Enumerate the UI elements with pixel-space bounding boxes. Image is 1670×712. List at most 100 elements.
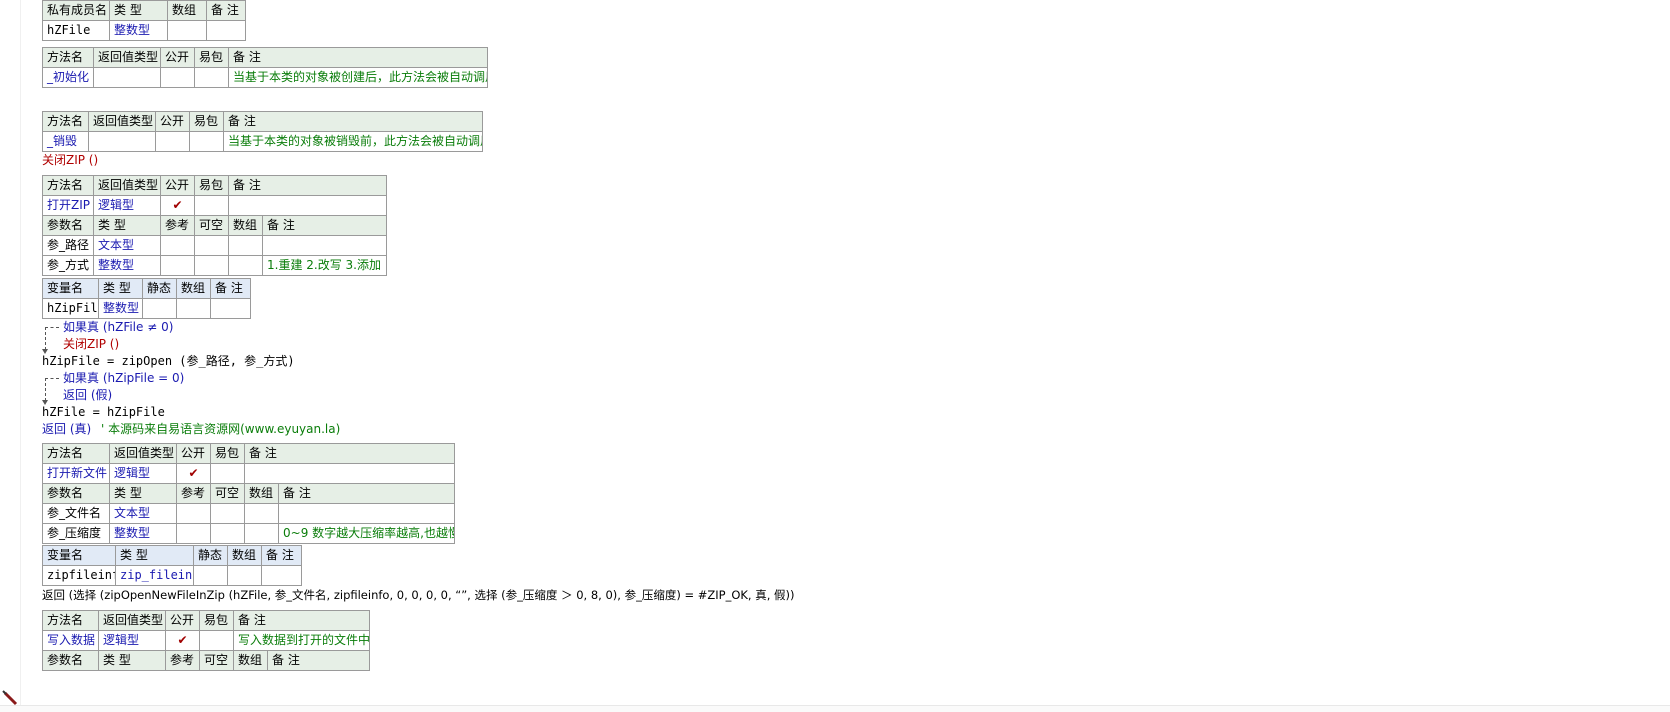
method-name[interactable]: _初始化	[42, 67, 94, 88]
header-cell: 返回值类型	[88, 111, 156, 132]
member-type[interactable]: 整数型	[109, 20, 168, 41]
param-nullable[interactable]	[194, 235, 229, 256]
code-line-assign-2[interactable]: hZFile = hZipFile	[42, 404, 165, 420]
header-cell: 返回值类型	[93, 175, 161, 196]
code-line-assign-1[interactable]: hZipFile = zipOpen (参_路径, 参_方式)	[42, 353, 295, 369]
header-cell: 数组	[244, 483, 279, 504]
var-note[interactable]	[210, 298, 251, 319]
table-row[interactable]: 打开ZIP 逻辑型 ✔	[42, 195, 388, 216]
code-line-if-2-body[interactable]: 返回 (假)	[63, 387, 112, 403]
param-note[interactable]: 0~9 数字越大压缩率越高,也越慢	[277, 523, 456, 544]
header-cell: 方法名	[42, 111, 89, 132]
header-cell: 备 注	[266, 650, 371, 671]
code-comment: ' 本源码来自易语言资源网(www.eyuyan.la)	[101, 422, 341, 436]
method-public[interactable]	[155, 131, 190, 152]
method-package[interactable]	[189, 131, 224, 152]
param-array[interactable]	[228, 235, 263, 256]
member-note[interactable]	[206, 20, 246, 41]
method-note[interactable]	[227, 195, 388, 216]
table-row[interactable]: hZFile 整数型	[42, 20, 246, 41]
param-name[interactable]: 参_路径	[42, 235, 94, 256]
method-note[interactable]: 当基于本类的对象被销毁前，此方法会被自动调用	[223, 131, 483, 152]
var-array[interactable]	[176, 298, 211, 319]
param-nullable[interactable]	[210, 503, 245, 524]
header-cell: 数组	[167, 0, 207, 21]
code-line-close-zip[interactable]: 关闭ZIP ()	[42, 152, 98, 168]
var-type[interactable]: 整数型	[98, 298, 143, 319]
header-cell: 公开	[160, 175, 195, 196]
code-line-if-1[interactable]: 如果真 (hZFile ≠ 0)	[63, 319, 173, 335]
method-name[interactable]: 打开新文件	[42, 463, 110, 484]
check-icon[interactable]: ✔	[176, 463, 211, 484]
param-nullable[interactable]	[194, 255, 229, 276]
param-type[interactable]: 整数型	[93, 255, 161, 276]
param-type[interactable]: 文本型	[109, 503, 177, 524]
method-name[interactable]: _销毁	[42, 131, 89, 152]
header-cell: 返回值类型	[109, 443, 177, 464]
var-note[interactable]	[261, 565, 302, 586]
method-package[interactable]	[199, 630, 234, 651]
var-name[interactable]: hZipFile	[42, 298, 99, 319]
member-array[interactable]	[167, 20, 207, 41]
method-return-type[interactable]	[93, 67, 161, 88]
param-type[interactable]: 整数型	[109, 523, 177, 544]
method-return-type[interactable]	[88, 131, 156, 152]
param-ref[interactable]	[176, 503, 211, 524]
check-icon[interactable]: ✔	[160, 195, 195, 216]
table-row[interactable]: _销毁 当基于本类的对象被销毁前，此方法会被自动调用	[42, 131, 483, 152]
param-ref[interactable]	[176, 523, 211, 544]
header-cell: 类 型	[109, 483, 177, 504]
param-array[interactable]	[228, 255, 263, 276]
method-init-table: 方法名 返回值类型 公开 易包 备 注 _初始化 当基于本类的对象被创建后，此方…	[42, 47, 488, 88]
var-name[interactable]: zipfileinfo	[42, 565, 116, 586]
header-cell: 类 型	[98, 650, 166, 671]
method-package[interactable]	[194, 195, 229, 216]
code-line-return[interactable]: 返回 (真) ' 本源码来自易语言资源网(www.eyuyan.la)	[42, 421, 340, 437]
check-icon[interactable]: ✔	[165, 630, 200, 651]
method-public[interactable]	[160, 67, 195, 88]
member-name[interactable]: hZFile	[42, 20, 110, 41]
var-static[interactable]	[193, 565, 228, 586]
table-row[interactable]: 参_文件名 文本型	[42, 503, 456, 524]
code-line-if-2[interactable]: 如果真 (hZipFile = 0)	[63, 370, 184, 386]
param-array[interactable]	[244, 523, 279, 544]
param-note[interactable]	[277, 503, 456, 524]
method-return-type[interactable]: 逻辑型	[109, 463, 177, 484]
table-row[interactable]: 参_压缩度 整数型 0~9 数字越大压缩率越高,也越慢	[42, 523, 456, 544]
param-note[interactable]: 1.重建 2.改写 3.添加	[261, 255, 388, 276]
param-name[interactable]: 参_方式	[42, 255, 94, 276]
param-type[interactable]: 文本型	[93, 235, 161, 256]
table-row[interactable]: zipfileinfo zip_fileinfo	[42, 565, 302, 586]
var-type[interactable]: zip_fileinfo	[115, 565, 194, 586]
method-note[interactable]	[243, 463, 456, 484]
method-package[interactable]	[210, 463, 245, 484]
method-package[interactable]	[194, 67, 229, 88]
param-name[interactable]: 参_压缩度	[42, 523, 110, 544]
method-note[interactable]: 当基于本类的对象被创建后，此方法会被自动调用	[228, 67, 488, 88]
param-name[interactable]: 参_文件名	[42, 503, 110, 524]
table-row[interactable]: 打开新文件 逻辑型 ✔	[42, 463, 456, 484]
table-row[interactable]: hZipFile 整数型	[42, 298, 251, 319]
param-ref[interactable]	[160, 235, 195, 256]
method-note[interactable]: 写入数据到打开的文件中	[232, 630, 371, 651]
param-ref[interactable]	[160, 255, 195, 276]
header-cell: 变量名	[42, 278, 99, 299]
method-return-type[interactable]: 逻辑型	[93, 195, 161, 216]
code-line-return-select[interactable]: 返回 (选择 (zipOpenNewFileInZip (hZFile, 参_文…	[42, 587, 795, 603]
header-cell: 静态	[193, 545, 228, 566]
param-note[interactable]	[261, 235, 388, 256]
var-static[interactable]	[142, 298, 177, 319]
table-row[interactable]: _初始化 当基于本类的对象被创建后，此方法会被自动调用	[42, 67, 488, 88]
private-members-table: 私有成员名 类 型 数组 备 注 hZFile 整数型	[42, 0, 246, 41]
table-row[interactable]: 写入数据 逻辑型 ✔ 写入数据到打开的文件中	[42, 630, 371, 651]
code-line-if-1-body[interactable]: 关闭ZIP ()	[63, 336, 119, 352]
method-return-type[interactable]: 逻辑型	[98, 630, 166, 651]
var-array[interactable]	[227, 565, 262, 586]
horizontal-scrollbar[interactable]	[0, 705, 1670, 712]
method-name[interactable]: 打开ZIP	[42, 195, 94, 216]
param-array[interactable]	[244, 503, 279, 524]
table-row[interactable]: 参_路径 文本型	[42, 235, 388, 256]
param-nullable[interactable]	[210, 523, 245, 544]
method-name[interactable]: 写入数据	[42, 630, 99, 651]
table-row[interactable]: 参_方式 整数型 1.重建 2.改写 3.添加	[42, 255, 388, 276]
